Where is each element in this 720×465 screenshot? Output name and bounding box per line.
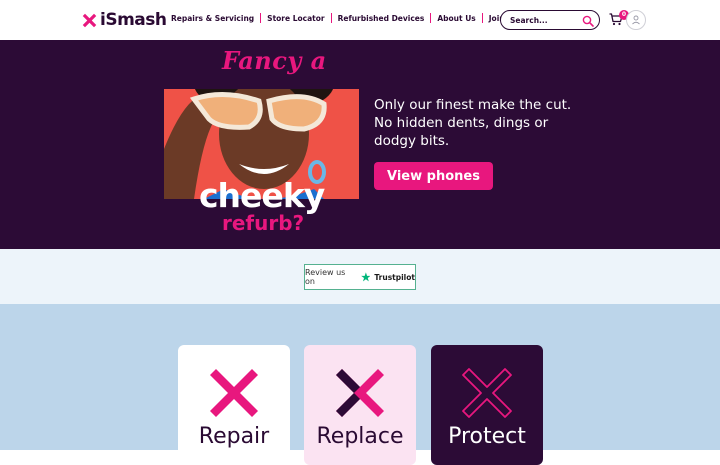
user-icon — [632, 15, 640, 25]
repair-card-label: Repair — [198, 424, 270, 449]
nav-item-store-locator[interactable]: Store Locator — [267, 14, 324, 23]
nav-divider — [260, 13, 262, 23]
repair-x-icon — [210, 369, 258, 417]
hero-headline-main: cheeky — [199, 176, 325, 215]
logo-wordmark: iSmash — [100, 10, 167, 30]
trustpilot-review-button[interactable]: Review us on Trustpilot — [304, 264, 416, 290]
nav-item-about[interactable]: About Us — [437, 14, 475, 23]
nav-item-refurbished[interactable]: Refurbished Devices — [338, 14, 425, 23]
nav-item-repairs[interactable]: Repairs & Servicing — [171, 14, 254, 23]
hero-headline-sub: refurb? — [222, 211, 305, 235]
protect-x-icon — [462, 368, 512, 418]
nav-divider — [481, 13, 483, 23]
replace-card-label: Replace — [316, 424, 404, 449]
replace-x-icon — [336, 369, 384, 417]
protect-card-label: Protect — [448, 424, 526, 449]
account-button[interactable] — [626, 10, 646, 30]
search-icon[interactable] — [582, 14, 594, 32]
trustpilot-prefix: Review us on — [305, 268, 346, 286]
trustpilot-star-icon — [360, 272, 371, 282]
search-box — [500, 10, 600, 30]
hero-headline-top: Fancy a — [222, 46, 327, 75]
nav-divider — [330, 13, 332, 23]
logo[interactable]: iSmash — [82, 10, 167, 30]
view-phones-button[interactable]: View phones — [374, 162, 493, 190]
site-header: iSmash Repairs & Servicing Store Locator… — [0, 0, 720, 40]
hero-copy: Only our finest make the cut. No hidden … — [374, 97, 572, 149]
trustpilot-brand: Trustpilot — [374, 272, 415, 282]
search-input[interactable] — [510, 14, 578, 27]
nav-divider — [430, 13, 432, 23]
protect-card[interactable]: Protect — [431, 345, 543, 465]
brand-x-icon — [82, 13, 97, 27]
repair-card[interactable]: Repair — [178, 345, 290, 465]
replace-card[interactable]: Replace — [304, 345, 416, 465]
main-nav: Repairs & Servicing Store Locator Refurb… — [171, 13, 547, 23]
hero-banner — [0, 40, 720, 249]
